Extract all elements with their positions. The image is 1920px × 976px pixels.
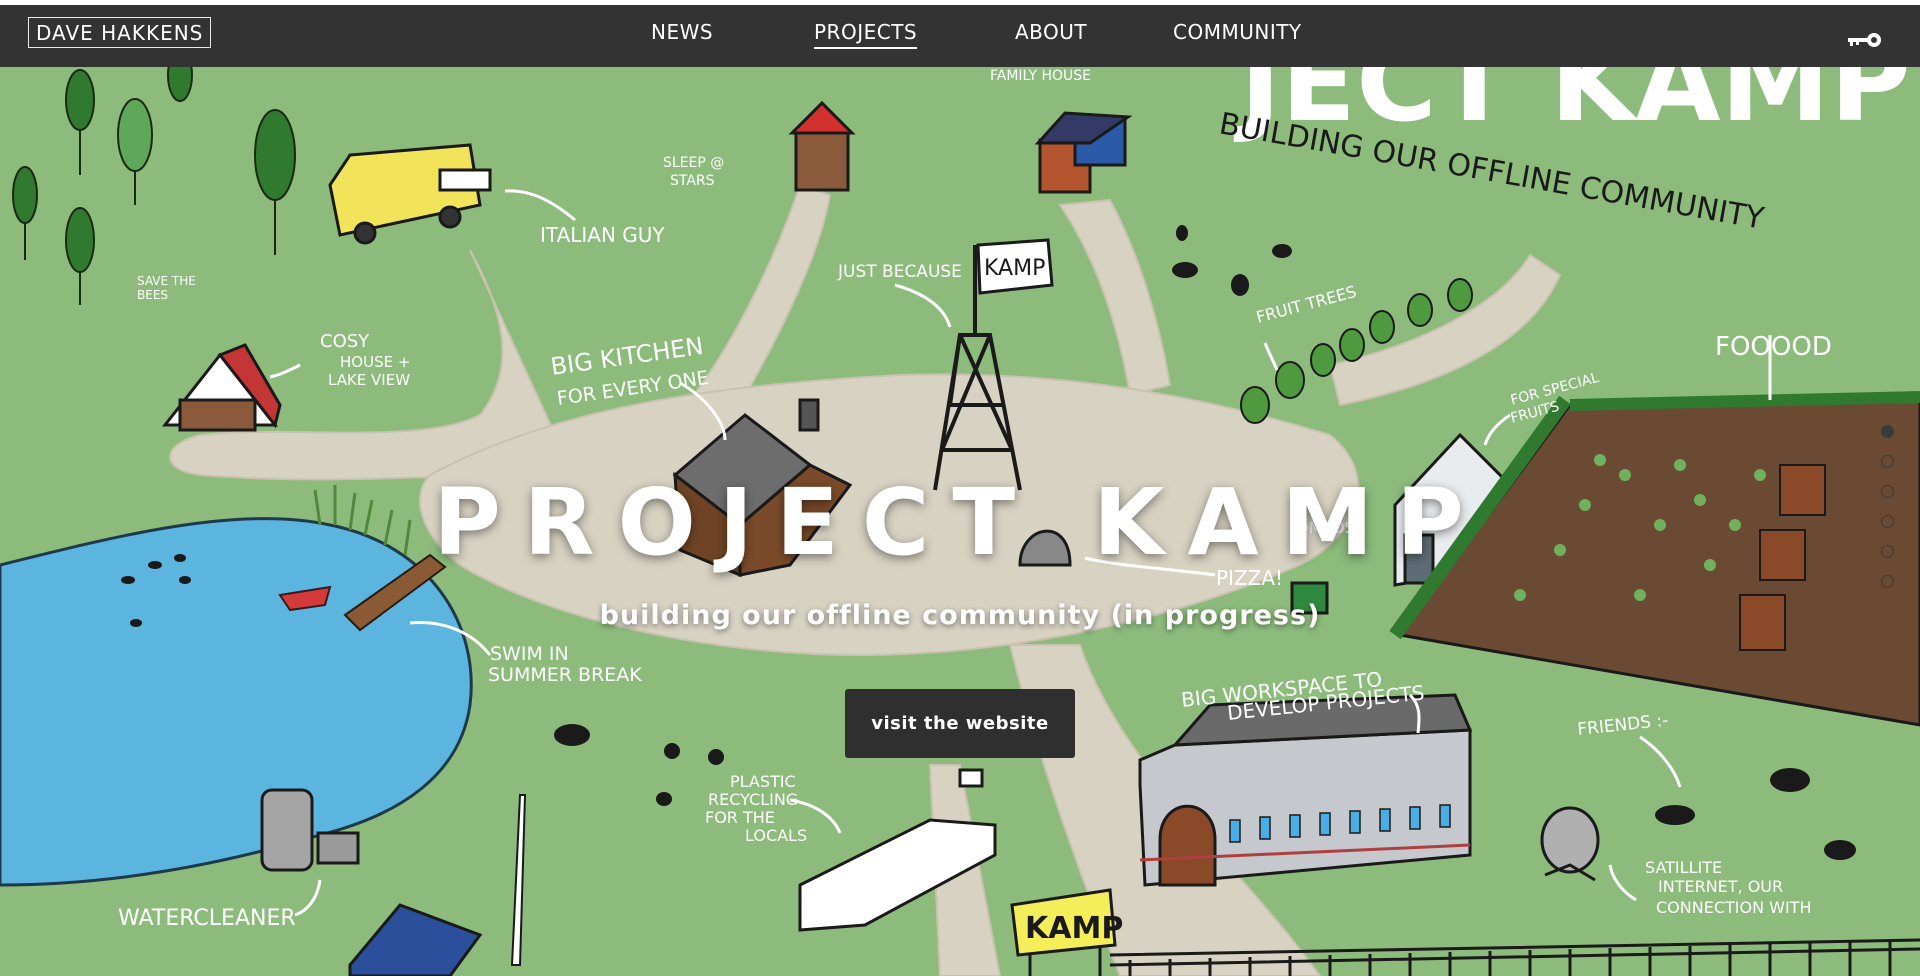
svg-text:CONNECTION WITH: CONNECTION WITH bbox=[1656, 898, 1811, 917]
svg-text:FAMILY HOUSE: FAMILY HOUSE bbox=[990, 68, 1091, 84]
visit-website-button[interactable]: visit the website bbox=[845, 689, 1075, 758]
svg-text:WATERCLEANER: WATERCLEANER bbox=[118, 906, 296, 931]
svg-text:BEES: BEES bbox=[137, 288, 168, 302]
nav-link-news[interactable]: NEWS bbox=[651, 20, 713, 47]
nav-link-about[interactable]: ABOUT bbox=[1015, 20, 1087, 47]
key-icon[interactable] bbox=[1846, 31, 1884, 54]
svg-text:KAMP: KAMP bbox=[984, 256, 1045, 281]
svg-text:ITALIAN GUY: ITALIAN GUY bbox=[540, 223, 665, 247]
slide-dot[interactable] bbox=[1880, 515, 1894, 528]
svg-text:SAVE THE: SAVE THE bbox=[137, 274, 196, 288]
hero-subtitle: building our offline community (in progr… bbox=[599, 600, 1321, 631]
slide-dot[interactable] bbox=[1880, 455, 1894, 468]
site-logo[interactable]: DAVE HAKKENS bbox=[28, 17, 212, 48]
svg-text:SLEEP @: SLEEP @ bbox=[663, 155, 724, 171]
svg-text:LOCALS: LOCALS bbox=[745, 826, 807, 845]
nav-link-projects[interactable]: PROJECTS bbox=[814, 20, 918, 49]
svg-text:SWIM IN: SWIM IN bbox=[490, 643, 569, 665]
svg-text:STARS: STARS bbox=[670, 173, 715, 189]
slide-dot[interactable] bbox=[1880, 545, 1894, 558]
hero-title: PROJECT KAMP bbox=[433, 469, 1487, 576]
slide-dot[interactable] bbox=[1880, 425, 1894, 438]
svg-text:HOUSE +: HOUSE + bbox=[340, 353, 410, 371]
slide-dot[interactable] bbox=[1880, 575, 1894, 588]
svg-text:FOOOOD: FOOOOD bbox=[1715, 332, 1832, 362]
slide-dot[interactable] bbox=[1880, 485, 1894, 498]
svg-text:SUMMER BREAK: SUMMER BREAK bbox=[488, 664, 642, 686]
nav-link-community[interactable]: COMMUNITY bbox=[1173, 20, 1302, 47]
svg-text:COSY: COSY bbox=[320, 331, 370, 352]
svg-text:FOR THE: FOR THE bbox=[705, 808, 775, 827]
svg-text:INTERNET, OUR: INTERNET, OUR bbox=[1658, 877, 1783, 896]
svg-text:PLASTIC: PLASTIC bbox=[730, 772, 796, 791]
svg-text:KAMP: KAMP bbox=[1025, 911, 1123, 946]
svg-text:LAKE VIEW: LAKE VIEW bbox=[328, 371, 410, 389]
svg-text:RECYCLING: RECYCLING bbox=[708, 790, 798, 809]
top-nav-bar: DAVE HAKKENS NEWS PROJECTS ABOUT COMMUNI… bbox=[0, 5, 1920, 67]
svg-text:JUST BECAUSE: JUST BECAUSE bbox=[837, 262, 962, 282]
svg-text:SATILLITE: SATILLITE bbox=[1645, 858, 1722, 877]
slide-pagination bbox=[1876, 425, 1898, 605]
hero-banner: JECT KAMP BUILDING OUR OFFLINE COMMUNITY… bbox=[0, 5, 1920, 976]
